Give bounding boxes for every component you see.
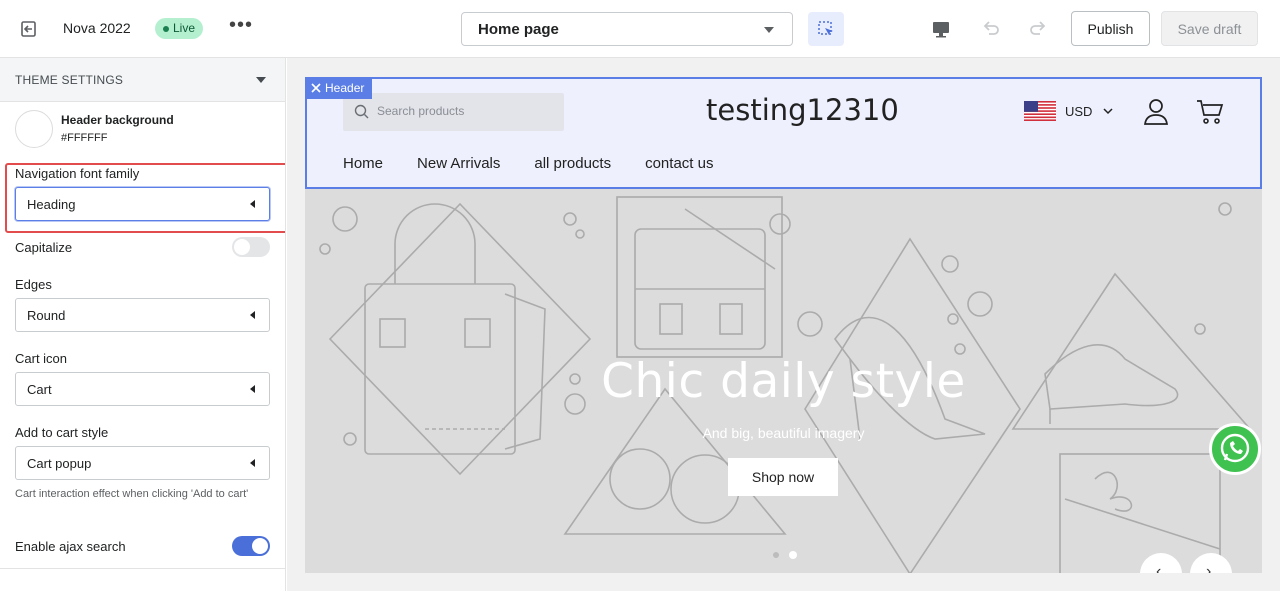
header-selection-frame [305, 77, 1262, 189]
caret-left-icon [250, 385, 255, 393]
undo-icon[interactable] [980, 18, 1002, 40]
cart-icon-value: Cart [27, 382, 52, 397]
edges-value: Round [27, 308, 66, 323]
page-select-value: Home page [478, 21, 559, 38]
inspect-icon [818, 21, 833, 35]
caret-left-icon [250, 459, 255, 467]
edges-select[interactable]: Round [15, 298, 270, 332]
capitalize-label: Capitalize [15, 240, 73, 255]
section-title: THEME SETTINGS [15, 73, 124, 87]
ajax-search-label: Enable ajax search [15, 539, 126, 554]
page-select[interactable]: Home page [461, 12, 793, 46]
header-background-swatch[interactable] [15, 110, 53, 148]
toggle-knob [234, 239, 250, 255]
add-to-cart-label: Add to cart style [15, 425, 109, 440]
whatsapp-button[interactable] [1209, 423, 1261, 475]
shop-now-button[interactable]: Shop now [728, 458, 838, 496]
live-badge-label: Live [173, 21, 196, 35]
live-badge: Live [155, 18, 204, 39]
divider [0, 568, 285, 569]
hero-subtitle: And big, beautiful imagery [702, 425, 865, 441]
capitalize-toggle[interactable] [232, 237, 270, 257]
header-background-value: #FFFFFF [61, 132, 108, 144]
add-to-cart-value: Cart popup [27, 456, 92, 471]
publish-button[interactable]: Publish [1071, 11, 1150, 46]
cart-icon-label: Cart icon [15, 351, 68, 366]
exit-icon[interactable] [18, 18, 40, 40]
more-actions-button[interactable]: ••• [229, 14, 253, 37]
hero-slideshow[interactable]: Chic daily style And big, beautiful imag… [305, 189, 1262, 573]
redo-icon[interactable] [1027, 18, 1049, 40]
chevron-left-icon: ‹ [1156, 563, 1162, 573]
theme-settings-section-header[interactable]: THEME SETTINGS [0, 58, 285, 102]
chevron-down-icon [256, 77, 266, 83]
store-header[interactable]: Search products testing12310 USD Home Ne… [305, 77, 1262, 189]
whatsapp-icon [1220, 433, 1250, 463]
caret-left-icon [250, 311, 255, 319]
header-tag-label: Header [325, 81, 365, 95]
slide-dot-active[interactable] [789, 551, 797, 559]
ajax-search-toggle[interactable] [232, 536, 270, 556]
editor-topbar: Nova 2022 Live ••• Home page Publish Sav… [0, 0, 1280, 58]
store-preview: Search products testing12310 USD Home Ne… [287, 58, 1280, 591]
close-icon[interactable] [311, 83, 321, 93]
highlight-box [5, 163, 285, 233]
cart-icon-select[interactable]: Cart [15, 372, 270, 406]
header-background-label: Header background [61, 113, 174, 127]
desktop-icon[interactable] [930, 18, 952, 40]
add-to-cart-select[interactable]: Cart popup [15, 446, 270, 480]
inspect-button[interactable] [808, 12, 844, 46]
settings-sidebar: THEME SETTINGS Header background #FFFFFF… [0, 58, 286, 591]
save-draft-button[interactable]: Save draft [1161, 11, 1258, 46]
hero-title: Chic daily style [601, 354, 966, 409]
toggle-knob [252, 538, 268, 554]
add-to-cart-help: Cart interaction effect when clicking 'A… [15, 488, 249, 500]
header-section-tag[interactable]: Header [305, 77, 373, 99]
chevron-right-icon: › [1206, 563, 1212, 573]
slide-dot[interactable] [773, 552, 779, 558]
chevron-down-icon [764, 27, 774, 33]
slide-dots [773, 551, 797, 559]
edges-label: Edges [15, 277, 52, 292]
status-dot-icon [163, 25, 169, 32]
theme-name: Nova 2022 [63, 20, 131, 36]
storefront: Search products testing12310 USD Home Ne… [305, 77, 1262, 573]
